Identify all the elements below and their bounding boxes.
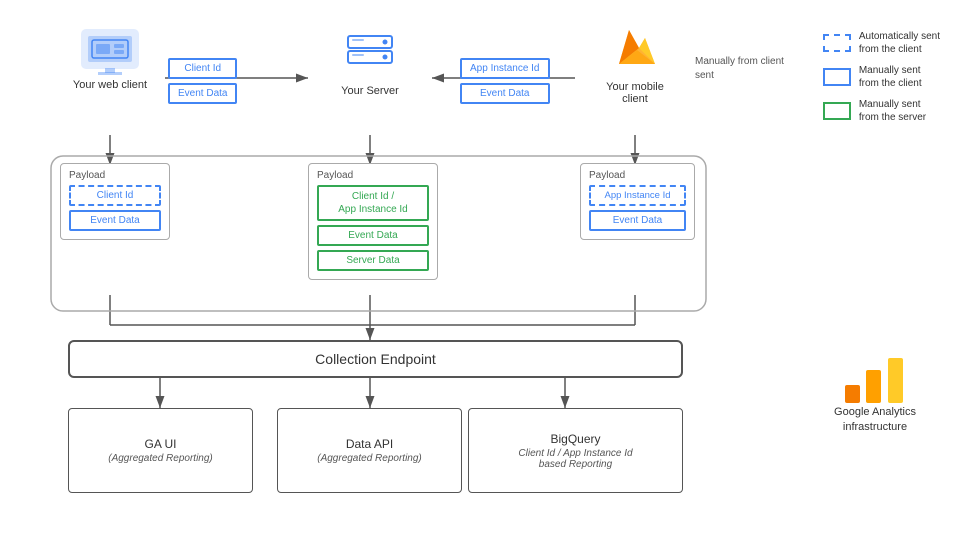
- payload-web-label: Payload: [69, 170, 161, 181]
- payload-mobile-event-data: Event Data: [589, 210, 686, 231]
- ga-ui-subtitle: (Aggregated Reporting): [108, 453, 213, 464]
- collection-endpoint: Collection Endpoint: [68, 340, 683, 378]
- firebase-icon: [611, 20, 659, 76]
- web-client: Your web client: [55, 28, 165, 91]
- app-instance-id-box: App Instance Id: [460, 58, 550, 79]
- manually-sent-label: Manually from client sent: [695, 55, 805, 83]
- payload-server: Payload Client Id /App Instance Id Event…: [308, 163, 438, 280]
- event-data-box-mobile: Event Data: [460, 83, 550, 104]
- payload-mobile: Payload App Instance Id Event Data: [580, 163, 695, 240]
- monitor-icon: [80, 28, 140, 76]
- web-to-server-data: Client Id Event Data: [168, 58, 237, 104]
- bigquery-title: BigQuery: [550, 432, 600, 446]
- legend-item-auto: Automatically sent from the client: [823, 30, 940, 56]
- mobile-client: Your mobile client: [595, 20, 675, 105]
- payload-mobile-app-instance-id: App Instance Id: [589, 185, 686, 206]
- collection-endpoint-label: Collection Endpoint: [315, 351, 436, 367]
- legend-icon-auto: [823, 34, 851, 52]
- server-label: Your Server: [330, 85, 410, 97]
- output-bigquery: BigQuery Client Id / App Instance Idbase…: [468, 408, 683, 493]
- legend-icon-manual-client: [823, 68, 851, 86]
- legend: Automatically sent from the client Manua…: [823, 30, 940, 124]
- payload-mobile-label: Payload: [589, 170, 686, 181]
- data-api-title: Data API: [346, 437, 393, 451]
- legend-icon-manual-server: [823, 102, 851, 120]
- server-box: Your Server: [330, 28, 410, 97]
- payload-web-event-data: Event Data: [69, 210, 161, 231]
- event-data-box-web: Event Data: [168, 83, 237, 104]
- ga-ui-title: GA UI: [144, 437, 176, 451]
- data-api-subtitle: (Aggregated Reporting): [317, 453, 422, 464]
- ga-chart-icon: [840, 350, 910, 405]
- legend-label-manual-client: Manually sentfrom the client: [859, 64, 922, 90]
- payload-server-server-data: Server Data: [317, 250, 429, 271]
- payload-server-client-id: Client Id /App Instance Id: [317, 185, 429, 221]
- client-id-box-web: Client Id: [168, 58, 237, 79]
- mobile-client-label: Your mobile client: [595, 81, 675, 105]
- payload-server-event-data: Event Data: [317, 225, 429, 246]
- legend-label-manual-server: Manually sentfrom the server: [859, 98, 926, 124]
- output-data-api: Data API (Aggregated Reporting): [277, 408, 462, 493]
- legend-item-manual-client: Manually sentfrom the client: [823, 64, 940, 90]
- legend-label-auto: Automatically sent from the client: [859, 30, 940, 56]
- payload-server-label: Payload: [317, 170, 429, 181]
- payload-web-client-id: Client Id: [69, 185, 161, 206]
- ga-label: Google Analyticsinfrastructure: [815, 405, 935, 436]
- output-ga-ui: GA UI (Aggregated Reporting): [68, 408, 253, 493]
- server-icon: [345, 28, 395, 78]
- ga-infrastructure: Google Analyticsinfrastructure: [815, 350, 935, 436]
- legend-item-manual-server: Manually sentfrom the server: [823, 98, 940, 124]
- mobile-to-server-data: App Instance Id Event Data: [460, 58, 550, 104]
- bigquery-subtitle: Client Id / App Instance Idbased Reporti…: [518, 448, 632, 470]
- web-client-label: Your web client: [55, 79, 165, 91]
- payload-web: Payload Client Id Event Data: [60, 163, 170, 240]
